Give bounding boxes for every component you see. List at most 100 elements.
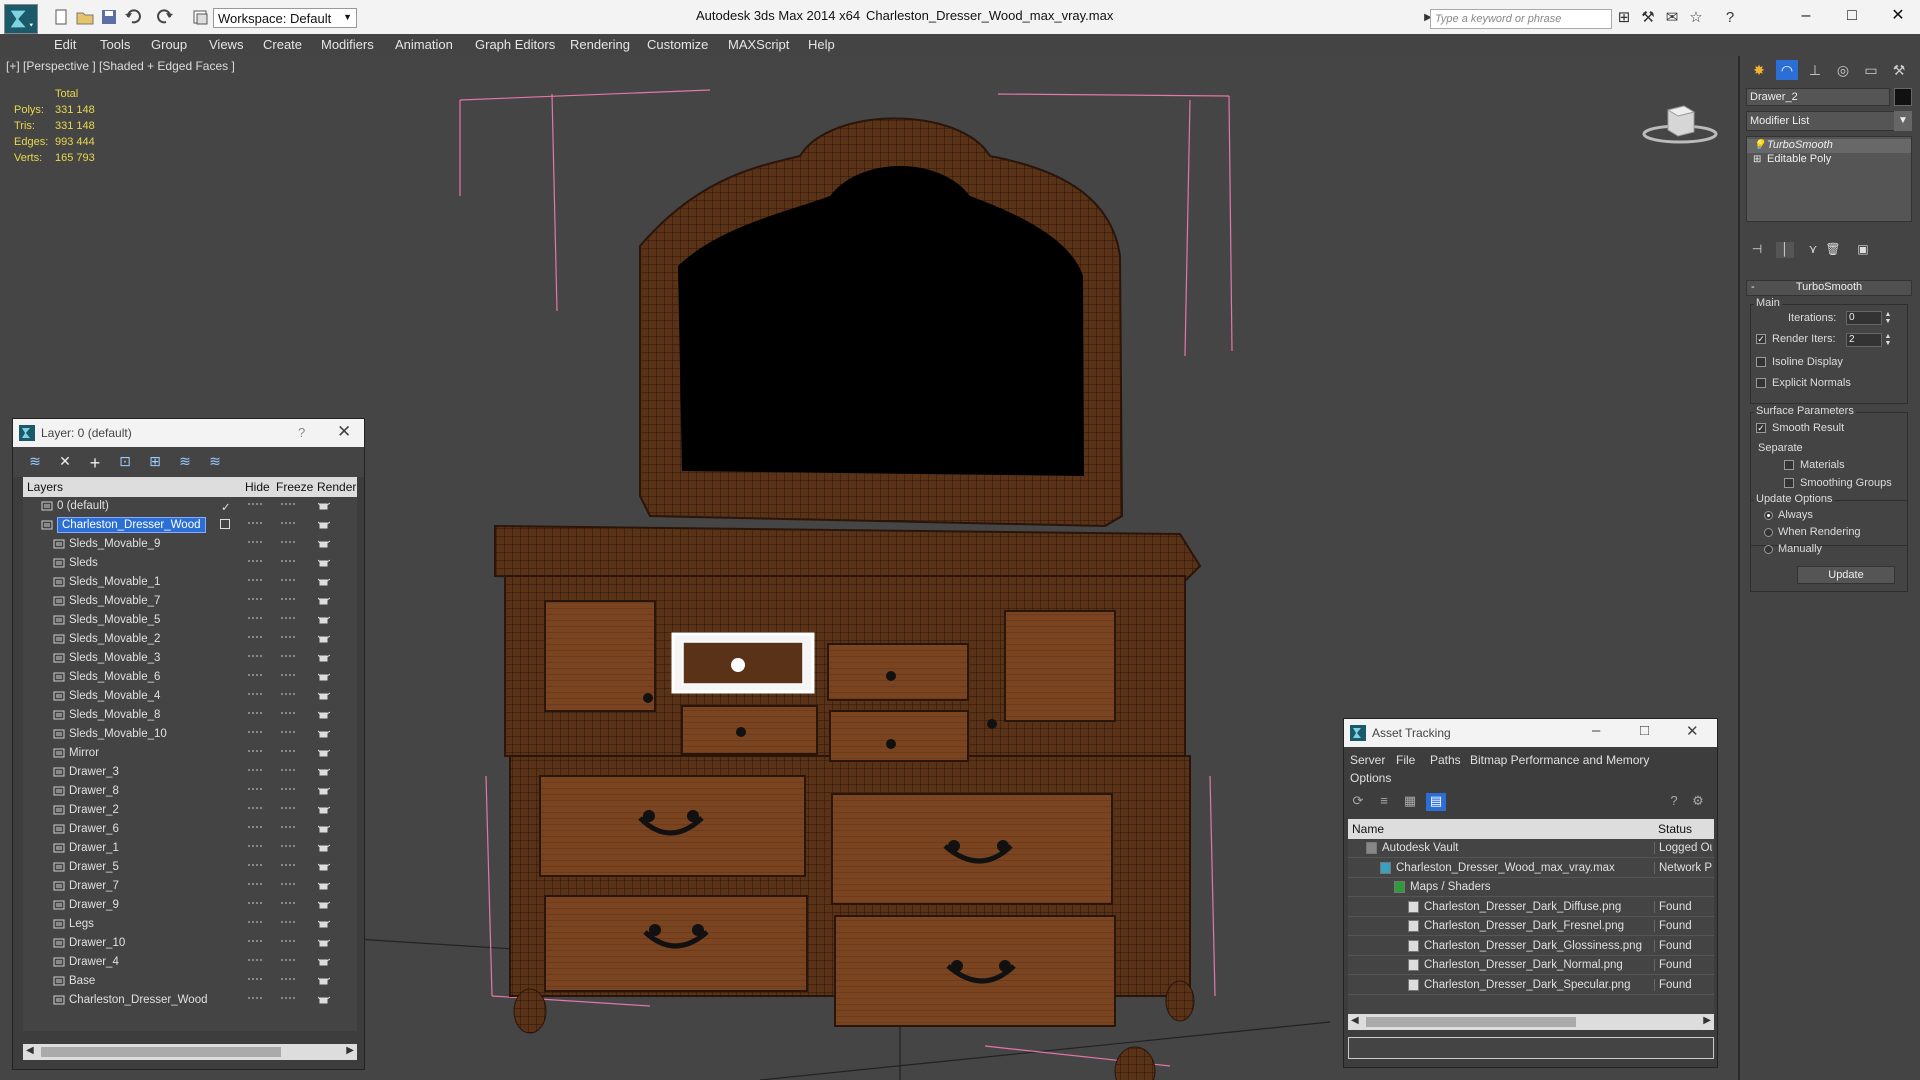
layer-name[interactable]: Sleds_Movable_7 — [69, 595, 160, 607]
hide-toggle[interactable] — [248, 845, 262, 847]
freeze-toggle[interactable] — [281, 541, 295, 543]
asset-row[interactable]: Charleston_Dresser_Dark_Diffuse.png Found — [1348, 898, 1714, 917]
render-teapot-icon[interactable] — [317, 843, 331, 853]
modifier-list-dropdown[interactable]: Modifier List — [1746, 111, 1904, 131]
freeze-toggle[interactable] — [281, 731, 295, 733]
menu-rendering[interactable]: Rendering — [570, 37, 630, 52]
object-color-swatch[interactable] — [1894, 88, 1912, 106]
layer-row[interactable]: Base — [23, 972, 357, 991]
freeze-toggle[interactable] — [281, 636, 295, 638]
layer-row[interactable]: Sleds_Movable_2 — [23, 630, 357, 649]
col-freeze[interactable]: Freeze — [276, 480, 313, 494]
project-folder-icon[interactable] — [192, 9, 210, 25]
freeze-toggle[interactable] — [281, 693, 295, 695]
refresh-icon[interactable]: ⟳ — [1348, 793, 1368, 811]
layer-row[interactable]: Drawer_7 — [23, 877, 357, 896]
render-teapot-icon[interactable] — [317, 558, 331, 568]
hide-toggle[interactable] — [248, 807, 262, 809]
hide-toggle[interactable] — [248, 788, 262, 790]
menu-create[interactable]: Create — [263, 37, 302, 52]
layer-name[interactable]: 0 (default) — [57, 500, 109, 512]
select-in-layer-icon[interactable]: ⊡ — [115, 453, 135, 471]
layer-name[interactable]: Drawer_8 — [69, 785, 119, 797]
render-teapot-icon[interactable] — [317, 786, 331, 796]
layer-row[interactable]: Sleds_Movable_8 — [23, 706, 357, 725]
hide-toggle[interactable] — [248, 731, 262, 733]
scroll-right-icon[interactable]: ▶ — [1703, 1015, 1711, 1026]
asset-menu-bitmap-performance[interactable]: Bitmap Performance and Memory — [1470, 753, 1649, 767]
freeze-toggle[interactable] — [281, 674, 295, 676]
current-layer-check-icon[interactable]: ✓ — [221, 500, 231, 514]
layer-row[interactable]: Sleds_Movable_6 — [23, 668, 357, 687]
render-teapot-icon[interactable] — [317, 577, 331, 587]
layer-row[interactable]: Sleds_Movable_10 — [23, 725, 357, 744]
stack-item-turbosmooth[interactable]: 💡 TurboSmooth — [1747, 139, 1911, 153]
hide-toggle[interactable] — [248, 655, 262, 657]
highlight-selected-icon[interactable]: ⊞ — [145, 453, 165, 471]
layer-name[interactable]: Sleds_Movable_6 — [69, 671, 160, 683]
layer-name[interactable]: Sleds_Movable_9 — [69, 538, 160, 550]
render-teapot-icon[interactable] — [317, 881, 331, 891]
layer-row[interactable]: Sleds_Movable_3 — [23, 649, 357, 668]
viewport-label[interactable]: [+] [Perspective ] [Shaded + Edged Faces… — [6, 59, 235, 73]
hide-toggle[interactable] — [248, 522, 262, 524]
hide-toggle[interactable] — [248, 959, 262, 961]
render-teapot-icon[interactable] — [317, 957, 331, 967]
col-layers[interactable]: Layers — [27, 480, 63, 494]
redo-icon[interactable] — [156, 9, 174, 25]
render-teapot-icon[interactable] — [317, 938, 331, 948]
layer-name[interactable]: Drawer_7 — [69, 880, 119, 892]
hide-toggle[interactable] — [248, 902, 262, 904]
render-teapot-icon[interactable] — [317, 653, 331, 663]
modify-tab-icon[interactable]: ◠ — [1776, 60, 1798, 80]
hide-toggle[interactable] — [248, 997, 262, 999]
asset-menu-server[interactable]: Server — [1350, 753, 1385, 767]
freeze-toggle[interactable] — [281, 769, 295, 771]
layer-row[interactable]: Charleston_Dresser_Wood — [23, 516, 357, 535]
render-teapot-icon[interactable] — [317, 596, 331, 606]
isoline-display-checkbox[interactable] — [1756, 357, 1766, 367]
menu-group[interactable]: Group — [151, 37, 187, 52]
layer-row[interactable]: Sleds_Movable_1 — [23, 573, 357, 592]
hide-toggle[interactable] — [248, 503, 262, 505]
asset-row[interactable]: Charleston_Dresser_Dark_Specular.png Foun… — [1348, 976, 1714, 995]
render-teapot-icon[interactable] — [317, 691, 331, 701]
layer-name[interactable]: Mirror — [69, 747, 99, 759]
layer-name[interactable]: Sleds_Movable_10 — [69, 728, 167, 740]
render-teapot-icon[interactable] — [317, 729, 331, 739]
render-teapot-icon[interactable] — [317, 900, 331, 910]
help-button[interactable]: ? — [298, 425, 305, 440]
hide-toggle[interactable] — [248, 636, 262, 638]
close-button[interactable]: ✕ — [1686, 722, 1699, 740]
freeze-toggle[interactable] — [281, 579, 295, 581]
render-teapot-icon[interactable] — [317, 976, 331, 986]
freeze-toggle[interactable] — [281, 940, 295, 942]
col-hide[interactable]: Hide — [245, 480, 270, 494]
explicit-normals-checkbox[interactable] — [1756, 378, 1766, 388]
menu-modifiers[interactable]: Modifiers — [321, 37, 374, 52]
render-teapot-icon[interactable] — [317, 748, 331, 758]
remove-modifier-icon[interactable]: 🗑 — [1824, 242, 1842, 258]
layer-row[interactable]: Charleston_Dresser_Wood — [23, 991, 357, 1010]
freeze-toggle[interactable] — [281, 522, 295, 524]
help-icon[interactable]: ? — [1720, 9, 1740, 27]
layer-name[interactable]: Sleds_Movable_5 — [69, 614, 160, 626]
layer-row[interactable]: Drawer_9 — [23, 896, 357, 915]
spinner-arrows-icon[interactable]: ▲ ▼ — [1884, 311, 1892, 325]
col-render[interactable]: Render — [317, 480, 356, 494]
iterations-spinner[interactable]: 0 — [1846, 311, 1882, 325]
hide-toggle[interactable] — [248, 693, 262, 695]
layer-row[interactable]: Sleds_Movable_9 — [23, 535, 357, 554]
when-rendering-radio[interactable] — [1764, 528, 1773, 537]
freeze-toggle[interactable] — [281, 750, 295, 752]
delete-layer-icon[interactable]: ✕ — [55, 453, 75, 471]
render-teapot-icon[interactable] — [317, 919, 331, 929]
table-view-icon[interactable]: ▤ — [1426, 793, 1446, 811]
minimize-button[interactable]: – — [1592, 722, 1600, 739]
layer-row[interactable]: Sleds — [23, 554, 357, 573]
hide-toggle[interactable] — [248, 883, 262, 885]
layer-name[interactable]: Drawer_1 — [69, 842, 119, 854]
chevron-down-icon[interactable]: ▼ — [1894, 111, 1912, 131]
spinner-arrows-icon[interactable]: ▲ ▼ — [1884, 333, 1892, 347]
asset-row[interactable]: Charleston_Dresser_Dark_Glossiness.png Fo… — [1348, 937, 1714, 956]
